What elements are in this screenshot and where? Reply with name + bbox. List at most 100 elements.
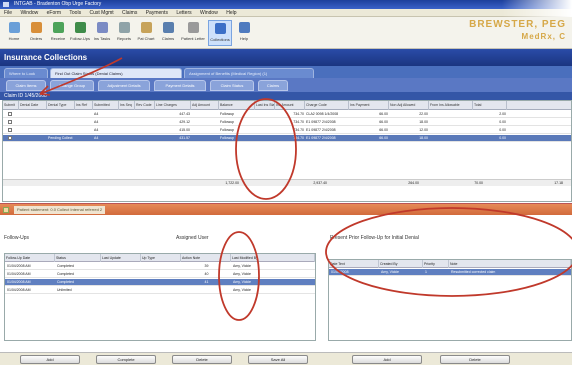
menu-payments[interactable]: Payments [146, 10, 168, 16]
toolbar-receive-button[interactable]: Receive [48, 20, 68, 46]
tab-claim-status[interactable]: Find Out Claim Status (Denial Claims) [50, 68, 182, 78]
followups-column-header[interactable]: Up Type [141, 254, 181, 262]
table-row[interactable]: A4 429.12 Followup 734.70 E1 09877 2/4/2008 6… [3, 119, 571, 126]
table-cell [76, 127, 92, 134]
grid-column-header[interactable]: Denial Date [19, 101, 47, 110]
notes-column-header[interactable]: Date Text [329, 260, 379, 268]
window-title: INTGAB - Bradenton Obp Urge Factory [14, 1, 102, 7]
toolbar-claims-button[interactable]: Claims [158, 20, 178, 46]
list-item[interactable]: 01/04/2008 AM Unlimited Amy, Vickie [5, 287, 315, 294]
grid-column-header[interactable]: Balance [219, 101, 255, 110]
grid-column-header[interactable]: Line Charges [155, 101, 191, 110]
table-cell [76, 119, 92, 126]
menu-window-2[interactable]: Window [200, 10, 218, 16]
followups-panel: Follow-Ups Assigned User Follow-Up Date S… [0, 225, 320, 350]
row-checkbox[interactable] [8, 136, 12, 140]
tab-where-to-look[interactable]: Where to Look [4, 68, 48, 78]
letter-icon [187, 22, 199, 33]
table-row[interactable]: A4 415.00 Followup 734.70 E1 09877 2/4/2008 6… [3, 127, 571, 134]
add-note-button[interactable]: Add [352, 355, 422, 364]
menu-claims[interactable]: Claims [122, 10, 137, 16]
notes-grid: Date Text Created By Priority Note 01/04/20… [328, 259, 572, 341]
grid-column-header[interactable]: Ins Amount [275, 101, 305, 110]
row-checkbox[interactable] [8, 112, 12, 116]
list-item[interactable]: 01/04/2008 AM Completed 40 Amy, Vickie [5, 271, 315, 278]
tab-change-group[interactable]: Change Group [50, 80, 94, 91]
grid-column-header[interactable]: Ins Ref [75, 101, 93, 110]
toolbar-collections-button[interactable]: Collections [208, 20, 232, 46]
tab-payment-details[interactable]: Payment Details [154, 80, 206, 91]
notes-column-header[interactable]: Note [449, 260, 571, 268]
add-followup-button[interactable]: Add [20, 355, 80, 364]
toolbar-reports-button[interactable]: Reports [114, 20, 134, 46]
table-cell: 429.12 [179, 120, 190, 124]
table-cell: 0.00 [499, 136, 506, 140]
chart-icon [140, 22, 152, 33]
menu-help[interactable]: Help [226, 10, 236, 16]
complete-followup-button[interactable]: Complete [96, 355, 156, 364]
tab-claim-items[interactable]: Claim Items [6, 80, 46, 91]
grid-column-header[interactable]: Charge Code [305, 101, 349, 110]
table-cell: E1 09877 2/4/2008 [306, 128, 336, 132]
table-cell [120, 135, 134, 142]
grid-column-header[interactable]: Adj Amount [191, 101, 219, 110]
table-cell: Followup [220, 136, 235, 140]
grid-column-header[interactable]: From Ins Allowable [429, 101, 473, 110]
menu-cust-mgmt[interactable]: Cust Mgmt [89, 10, 113, 16]
tab-claim-status-action[interactable]: Claim Status [210, 80, 254, 91]
followups-column-header[interactable]: Follow-Up Date [5, 254, 55, 262]
grid-column-header[interactable]: Submit [3, 101, 19, 110]
followups-column-header[interactable]: Action Note [181, 254, 231, 262]
table-cell: 66.00 [379, 136, 388, 140]
grid-column-header[interactable]: Ins Payment [349, 101, 389, 110]
toolbar-orders-button[interactable]: Orders [26, 20, 46, 46]
followups-column-header[interactable]: Status [55, 254, 101, 262]
menu-file[interactable]: File [4, 10, 12, 16]
toolbar-patient-letter-button[interactable]: Patient Letter [180, 20, 206, 46]
row-checkbox[interactable] [8, 120, 12, 124]
table-cell: 447.43 [179, 112, 190, 116]
list-item[interactable]: 01/04/2008 Amy, Vickie 1 Resubmitted correc… [329, 269, 571, 276]
notes-grid-header: Date Text Created By Priority Note [329, 260, 571, 268]
list-item[interactable]: 01/04/2008 AM Completed 39 Amy, Vickie [5, 263, 315, 270]
toolbar-ins-tasks-button[interactable]: Ins Tasks [92, 20, 112, 46]
table-cell: 0.00 [499, 128, 506, 132]
grid-column-header[interactable]: Denial Type [47, 101, 75, 110]
toolbar-followups-button[interactable]: Follow-Ups [70, 20, 90, 46]
notes-column-header[interactable]: Priority [423, 260, 449, 268]
save-all-button[interactable]: Save All [248, 355, 308, 364]
toolbar-pat-chart-button[interactable]: Pat Chart [136, 20, 156, 46]
menu-letters[interactable]: Letters [176, 10, 191, 16]
section-title: Insurance Collections [0, 49, 572, 66]
table-cell [192, 111, 218, 118]
menu-window[interactable]: Window [20, 10, 38, 16]
table-row[interactable]: A4 447.43 Followup 734.70 CLA2 0098 1/4/2008… [3, 111, 571, 118]
notes-column-header[interactable]: Created By [379, 260, 423, 268]
row-checkbox[interactable] [8, 128, 12, 132]
table-cell [48, 127, 74, 134]
tab-claims[interactable]: Claims [258, 80, 288, 91]
delete-followup-button[interactable]: Delete [172, 355, 232, 364]
delete-note-button[interactable]: Delete [440, 355, 510, 364]
followups-column-header[interactable]: Last Modified By [231, 254, 315, 262]
fade-overlay [502, 0, 572, 17]
followups-column-header[interactable]: Last Update [101, 254, 141, 262]
grid-column-header[interactable]: Ins Seq [119, 101, 135, 110]
grid-column-header[interactable]: Last Ins Status [255, 101, 275, 110]
list-item[interactable]: 01/04/2008 AM Completed 41 Amy, Vickie [5, 279, 315, 286]
tab-adjustment-details[interactable]: Adjustment Details [98, 80, 150, 91]
toolbar-home-button[interactable]: Home [4, 20, 24, 46]
menu-eform[interactable]: eForm [47, 10, 61, 16]
grid-column-header[interactable]: Total [473, 101, 507, 110]
menu-tools[interactable]: Tools [69, 10, 81, 16]
table-cell: 734.70 [293, 128, 304, 132]
table-cell: 22.00 [419, 112, 428, 116]
table-row[interactable]: Pending Collect A4 431.57 Followup 734.70 E1 … [3, 135, 571, 142]
grid-column-header[interactable]: Submitted [93, 101, 119, 110]
toolbar-help-button[interactable]: Help [234, 20, 254, 46]
tab-assignment-of-benefits[interactable]: Assignment of Benefits (Medical Region) … [184, 68, 314, 78]
grid-column-header[interactable]: Non Adj Allowed [389, 101, 429, 110]
grid-column-header[interactable]: Rev Code [135, 101, 155, 110]
home-icon [8, 22, 20, 33]
table-cell: 2.00 [499, 112, 506, 116]
